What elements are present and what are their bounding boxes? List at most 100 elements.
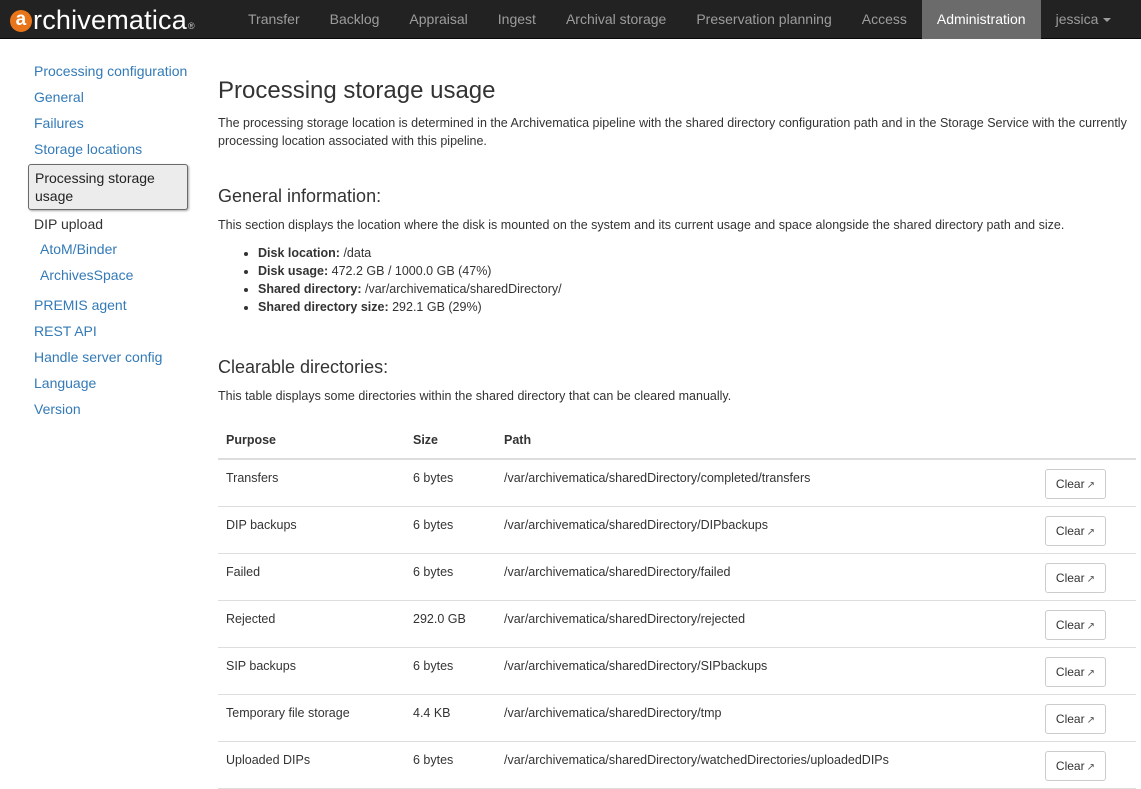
column-header-size: Size xyxy=(405,421,496,460)
row-size: 6 bytes xyxy=(405,459,496,507)
sidebar-item-premis-agent[interactable]: PREMIS agent xyxy=(28,292,190,318)
row-action-cell: Clear ↗ xyxy=(1016,459,1136,507)
external-link-icon: ↗ xyxy=(1086,667,1095,679)
external-link-icon: ↗ xyxy=(1086,480,1095,491)
table-row: Uploaded DIPs 6 bytes/var/archivematica/s… xyxy=(218,741,1136,789)
page-intro: The processing storage location is deter… xyxy=(218,116,1127,148)
row-purpose: Rejected xyxy=(218,600,405,648)
nav-administration[interactable]: Administration xyxy=(921,0,1041,39)
row-purpose: Uploaded DIPs xyxy=(218,741,405,789)
clear-button[interactable]: Clear ↗ xyxy=(1044,562,1106,593)
clear-button-label: Clear xyxy=(1055,758,1085,773)
clear-button[interactable]: Clear ↗ xyxy=(1044,515,1106,546)
row-purpose: Temporary file storage xyxy=(218,694,405,742)
sidebar-item-archivesspace[interactable]: ArchivesSpace xyxy=(28,262,190,288)
sidebar-item-version[interactable]: Version xyxy=(28,396,190,422)
clearable-directories-heading: Clearable directories: xyxy=(218,357,389,377)
row-action-cell: Clear ↗ xyxy=(1016,741,1136,789)
clear-button[interactable]: Clear ↗ xyxy=(1044,656,1106,687)
row-size: 6 bytes xyxy=(405,741,496,789)
clear-button-label: Clear xyxy=(1055,664,1085,679)
sidebar-item-handle-server-config[interactable]: Handle server config xyxy=(28,344,190,370)
sidebar-item-rest-api[interactable]: REST API xyxy=(28,318,190,344)
row-size: 4.4 KB xyxy=(405,694,496,742)
table-row: Temporary file storage 4.4 KB/var/archive… xyxy=(218,694,1136,742)
external-link-icon: ↗ xyxy=(1086,620,1095,632)
shared-directory-size-value: 292.1 GB (29%) xyxy=(392,300,482,314)
disk-location-label: Disk location: xyxy=(258,246,340,260)
nav-appraisal[interactable]: Appraisal xyxy=(394,0,482,39)
row-path: /var/archivematica/sharedDirectory/faile… xyxy=(496,553,1016,601)
disk-usage-item: Disk usage: 472.2 GB / 1000.0 GB (47%) xyxy=(258,262,1136,280)
clear-button-label: Clear xyxy=(1055,711,1085,726)
external-link-icon: ↗ xyxy=(1086,526,1095,538)
brand-name: rchivematica xyxy=(33,4,187,35)
nav-archival-storage[interactable]: Archival storage xyxy=(551,0,681,39)
nav-preservation-planning[interactable]: Preservation planning xyxy=(681,0,846,39)
nav-access[interactable]: Access xyxy=(847,0,922,39)
clearable-directories-description: This table displays some directories wit… xyxy=(218,389,732,403)
disk-usage-label: Disk usage: xyxy=(258,264,329,278)
user-menu[interactable]: jessica xyxy=(1041,0,1127,39)
external-link-icon: ↗ xyxy=(1086,761,1095,773)
shared-directory-value: /var/archivematica/sharedDirectory/ xyxy=(365,282,562,296)
sidebar-item-processing-storage-usage[interactable]: Processing storage usage xyxy=(28,164,188,210)
row-purpose: Transfers xyxy=(218,459,405,507)
row-path: /var/archivematica/sharedDirectory/DIPba… xyxy=(496,506,1016,554)
top-navbar: a rchivematica ® Transfer Backlog Appraisa… xyxy=(0,0,1141,39)
row-size: 292.0 GB xyxy=(405,600,496,648)
clear-button[interactable]: Clear ↗ xyxy=(1044,703,1106,734)
clear-button-label: Clear xyxy=(1055,477,1085,491)
shared-directory-size-label: Shared directory size: xyxy=(258,300,389,314)
row-action-cell: Clear ↗ xyxy=(1016,506,1136,554)
row-path: /var/archivematica/sharedDirectory/tmp xyxy=(496,694,1016,742)
sidebar-item-language[interactable]: Language xyxy=(28,370,190,396)
row-purpose: Failed xyxy=(218,553,405,601)
row-action-cell: Clear ↗ xyxy=(1016,647,1136,695)
clear-button[interactable]: Clear ↗ xyxy=(1044,469,1106,499)
clear-button-label: Clear xyxy=(1055,523,1085,538)
row-action-cell: Clear ↗ xyxy=(1016,694,1136,742)
sidebar-item-processing-configuration[interactable]: Processing configuration xyxy=(28,58,190,84)
clear-button-label: Clear xyxy=(1055,570,1085,585)
row-path: /var/archivematica/sharedDirectory/compl… xyxy=(496,459,1016,507)
clearable-directories-table: Purpose Size Path Transfers 6 bytes/var/a… xyxy=(218,421,1136,789)
disk-location-value: /data xyxy=(343,246,372,260)
clear-button[interactable]: Clear ↗ xyxy=(1044,750,1106,781)
general-information-description: This section displays the location where… xyxy=(218,218,1065,232)
row-path: /var/archivematica/sharedDirectory/watch… xyxy=(496,741,1016,789)
shared-directory-label: Shared directory: xyxy=(258,282,362,296)
shared-directory-item: Shared directory: /var/archivematica/sha… xyxy=(258,280,1136,298)
sidebar-item-failures[interactable]: Failures xyxy=(28,110,190,136)
shared-directory-size-item: Shared directory size: 292.1 GB (29%) xyxy=(258,298,1136,316)
column-header-path: Path xyxy=(496,421,1016,460)
table-header-row: Purpose Size Path xyxy=(218,421,1136,460)
row-purpose: DIP backups xyxy=(218,506,405,554)
row-path: /var/archivematica/sharedDirectory/SIPba… xyxy=(496,647,1016,695)
table-row: SIP backups 6 bytes/var/archivematica/sha… xyxy=(218,647,1136,695)
sidebar-item-general[interactable]: General xyxy=(28,84,190,110)
table-row: Rejected 292.0 GB/var/archivematica/share… xyxy=(218,600,1136,648)
nav-backlog[interactable]: Backlog xyxy=(315,0,395,39)
main-nav: Transfer Backlog Appraisal Ingest Archiv… xyxy=(233,0,1126,39)
nav-ingest[interactable]: Ingest xyxy=(483,0,551,39)
sidebar-item-atom-binder[interactable]: AtoM/Binder xyxy=(28,236,190,262)
row-action-cell: Clear ↗ xyxy=(1016,553,1136,601)
nav-transfer[interactable]: Transfer xyxy=(233,0,315,39)
table-row: Transfers 6 bytes/var/archivematica/share… xyxy=(218,459,1136,507)
external-link-icon: ↗ xyxy=(1086,714,1095,726)
admin-sidebar: Processing configuration General Failure… xyxy=(28,58,190,422)
general-information-heading: General information: xyxy=(218,186,382,206)
row-purpose: SIP backups xyxy=(218,647,405,695)
main-content: Processing storage usage The processing … xyxy=(218,74,1136,789)
general-information-list: Disk location: /data Disk usage: 472.2 G… xyxy=(218,244,1136,316)
clear-button[interactable]: Clear ↗ xyxy=(1044,609,1106,640)
clearable-directories-section: Clearable directories: This table displa… xyxy=(218,354,1136,789)
clear-button-label: Clear xyxy=(1055,617,1085,632)
table-row: DIP backups 6 bytes/var/archivematica/sha… xyxy=(218,506,1136,554)
archivematica-logo[interactable]: a rchivematica ® xyxy=(10,3,195,37)
sidebar-item-storage-locations[interactable]: Storage locations xyxy=(28,136,190,162)
row-size: 6 bytes xyxy=(405,553,496,601)
disk-usage-value: 472.2 GB / 1000.0 GB (47%) xyxy=(331,264,492,278)
sidebar-section-dip-upload: DIP upload xyxy=(34,216,104,232)
